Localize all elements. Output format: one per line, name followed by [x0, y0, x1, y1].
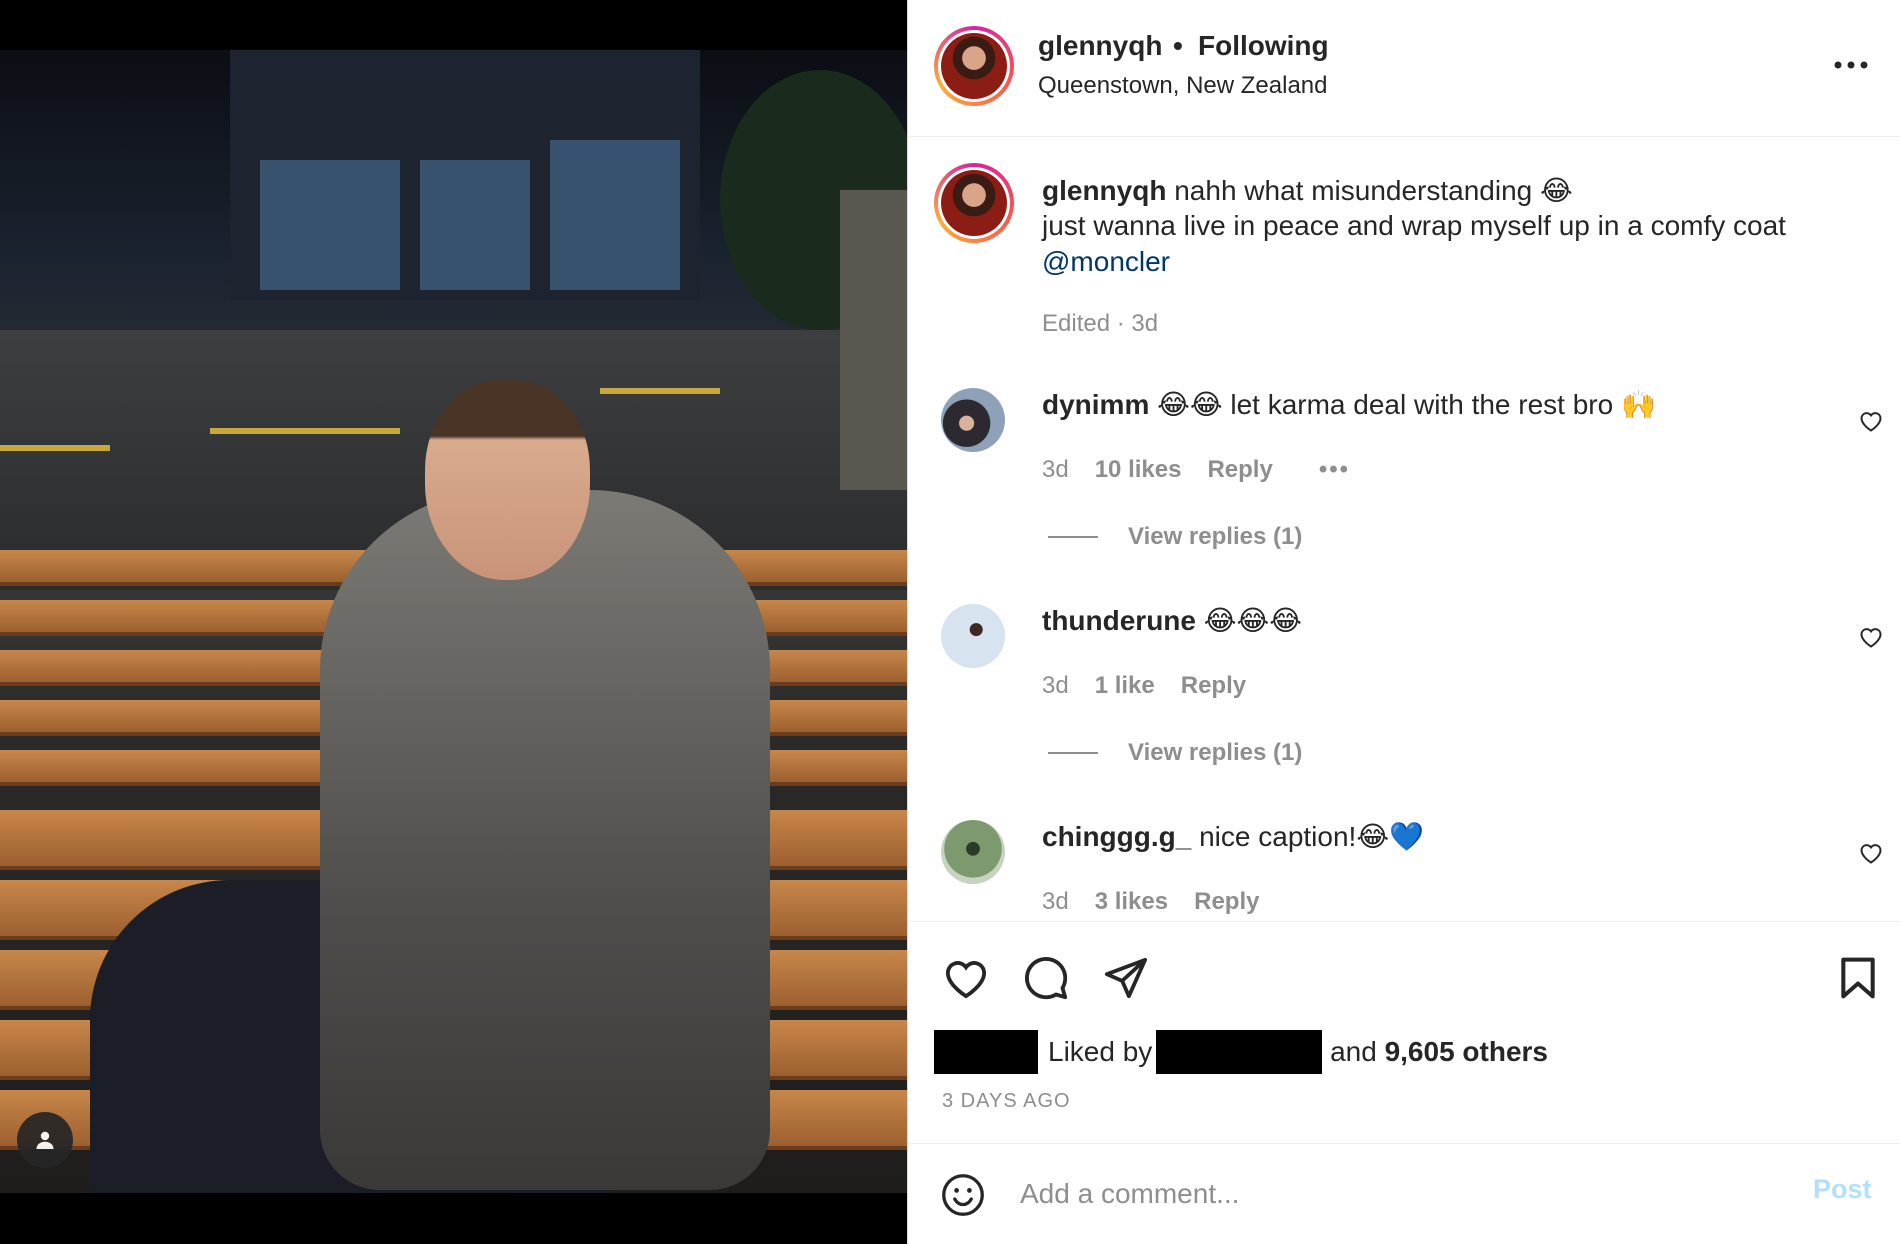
liked-by-row: Liked by and 9,605 others — [934, 1030, 1548, 1074]
smiley-face-icon[interactable] — [940, 1172, 986, 1218]
redacted-username — [1156, 1030, 1323, 1074]
comment-meta: 3d 3 likes Reply — [1042, 888, 1259, 916]
photo-scene-road-line — [0, 445, 110, 451]
action-bar: Liked by and 9,605 others 3 DAYS AGO — [908, 921, 1900, 1143]
comment-username[interactable]: thunderune — [1042, 605, 1196, 636]
photo-scene-road-line — [210, 428, 400, 434]
avatar[interactable] — [941, 604, 1005, 668]
author-username[interactable]: glennyqh — [1038, 30, 1162, 62]
photo-scene-window — [260, 160, 400, 290]
redacted-avatar — [934, 1030, 1038, 1074]
photo-scene-road-line — [600, 388, 720, 394]
comment-bubble-icon[interactable] — [1020, 952, 1072, 1004]
comment-text: 😂😂😂 — [1196, 605, 1302, 636]
bookmark-icon[interactable] — [1832, 952, 1884, 1004]
post-photo-pane — [0, 0, 907, 1244]
comments-list[interactable]: glennyqh nahh what misunderstanding 😂 ju… — [908, 138, 1900, 921]
heart-icon[interactable] — [1856, 406, 1886, 436]
caption-line-3: @moncler — [1042, 246, 1170, 278]
caption-line-1: glennyqh nahh what misunderstanding 😂 — [1042, 174, 1573, 207]
likes-count[interactable]: 9,605 others — [1385, 1036, 1548, 1068]
avatar[interactable] — [934, 163, 1014, 243]
post-details-pane: glennyqh • Following Queenstown, New Zea… — [907, 0, 1900, 1244]
person-icon[interactable] — [17, 1112, 73, 1168]
location-link[interactable]: Queenstown, New Zealand — [1038, 72, 1328, 100]
caption-line-2: just wanna live in peace and wrap myself… — [1042, 210, 1786, 241]
heart-icon[interactable] — [1856, 622, 1886, 652]
comment-input[interactable] — [1020, 1168, 1720, 1220]
view-replies-button[interactable]: View replies (1) — [1048, 523, 1302, 551]
comment-more-icon[interactable]: ••• — [1319, 456, 1350, 484]
post-timestamp[interactable]: 3 DAYS AGO — [942, 1090, 1071, 1113]
post-header: glennyqh • Following Queenstown, New Zea… — [908, 0, 1900, 137]
comment-likes[interactable]: 10 likes — [1095, 456, 1182, 484]
reply-button[interactable]: Reply — [1194, 888, 1259, 916]
avatar[interactable] — [934, 26, 1014, 106]
comment-age[interactable]: 3d — [1042, 672, 1069, 700]
following-button[interactable]: Following — [1198, 30, 1329, 62]
comment-age[interactable]: 3d — [1042, 888, 1069, 916]
photo-scene-stone-wall — [840, 190, 907, 490]
comment-text: 😂😂 let karma deal with the rest bro 🙌 — [1149, 389, 1656, 420]
avatar[interactable] — [941, 820, 1005, 884]
separator-dot: • — [1173, 30, 1183, 61]
liked-by-label: Liked by — [1048, 1036, 1153, 1067]
edited-label: Edited — [1042, 310, 1111, 337]
comment-composer: Post — [908, 1143, 1900, 1244]
comment-username[interactable]: chinggg.g_ — [1042, 821, 1191, 852]
reply-button[interactable]: Reply — [1181, 672, 1246, 700]
comment-meta: 3d 10 likes Reply ••• — [1042, 456, 1350, 484]
comment-text: nice caption!😂💙 — [1191, 821, 1424, 852]
paper-plane-icon[interactable] — [1100, 952, 1152, 1004]
caption-text: nahh what misunderstanding 😂 — [1166, 175, 1573, 206]
caption-username[interactable]: glennyqh — [1042, 175, 1166, 206]
heart-icon[interactable] — [1856, 838, 1886, 868]
photo-scene-window — [420, 160, 530, 290]
photo-scene-window — [550, 140, 680, 290]
photo-scene-person-head — [425, 380, 590, 580]
heart-icon[interactable] — [940, 952, 992, 1004]
reply-button[interactable]: Reply — [1207, 456, 1272, 484]
comment-age[interactable]: 3d — [1042, 456, 1069, 484]
comment-likes[interactable]: 1 like — [1095, 672, 1155, 700]
comment-likes[interactable]: 3 likes — [1095, 888, 1168, 916]
caption-age[interactable]: 3d — [1131, 310, 1158, 337]
mention-link[interactable]: @moncler — [1042, 246, 1170, 277]
post-button[interactable]: Post — [1813, 1174, 1872, 1205]
post-photo[interactable] — [0, 50, 907, 1193]
more-horizontal-icon[interactable] — [1828, 50, 1874, 80]
comment-username[interactable]: dynimm — [1042, 389, 1149, 420]
view-replies-button[interactable]: View replies (1) — [1048, 739, 1302, 767]
comment-meta: 3d 1 like Reply — [1042, 672, 1246, 700]
photo-scene-person-coat — [320, 490, 770, 1190]
caption-meta: Edited · 3d — [1042, 310, 1159, 337]
avatar[interactable] — [941, 388, 1005, 452]
